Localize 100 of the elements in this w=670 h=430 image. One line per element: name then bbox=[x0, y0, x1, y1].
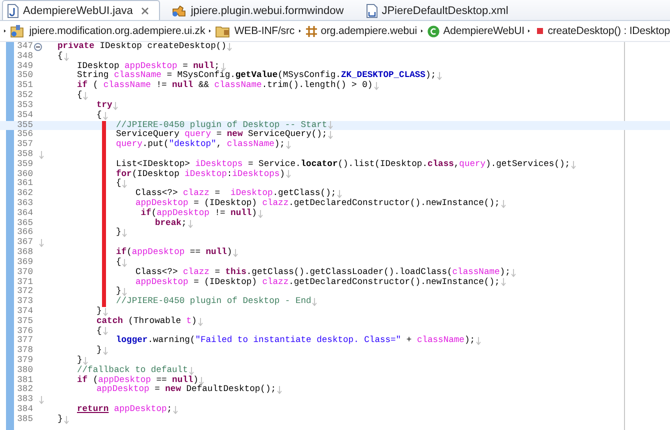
line-end-icon bbox=[220, 62, 226, 71]
line-end-icon bbox=[102, 112, 108, 120]
code-line: } bbox=[77, 356, 82, 366]
code-line: IDesktop appDesktop = null; bbox=[77, 62, 220, 71]
line-end-icon bbox=[39, 150, 44, 159]
line-number: 367 bbox=[16, 238, 33, 248]
line-end-icon bbox=[227, 42, 232, 51]
line-number: 355 bbox=[16, 120, 33, 130]
class-icon bbox=[427, 24, 440, 38]
line-end-icon bbox=[337, 190, 342, 198]
code-line: } bbox=[116, 287, 122, 296]
line-end-icon bbox=[277, 386, 282, 394]
line-end-icon bbox=[188, 366, 194, 375]
line-number: 370 bbox=[16, 268, 33, 278]
editor-tab[interactable]: AdempiereWebUI.java bbox=[2, 0, 160, 20]
line-number: 372 bbox=[16, 287, 33, 297]
code-line: private IDesktop createDesktop() bbox=[58, 42, 226, 52]
line-number: 354 bbox=[16, 110, 33, 120]
line-number: 364 bbox=[16, 208, 33, 219]
code-line: try bbox=[96, 100, 112, 110]
method-icon bbox=[534, 26, 545, 36]
code-line: List<IDesktop> iDesktops = Service.locator().list(IDesktop.class,query).getServices(); bbox=[116, 160, 570, 170]
line-number: 373 bbox=[16, 297, 33, 307]
code-line: ServiceQuery query = new ServiceQuery(); bbox=[116, 130, 328, 140]
editor-tab[interactable]: JPiereDefaultDesktop.xml bbox=[360, 0, 520, 20]
close-icon[interactable] bbox=[140, 6, 149, 14]
line-end-icon bbox=[64, 416, 69, 424]
code-line: break; bbox=[155, 218, 187, 228]
line-end-icon bbox=[102, 327, 108, 336]
line-end-icon bbox=[312, 298, 318, 306]
code-line: appDesktop = (IDesktop) clazz.getDeclaredConstructor().newInstance(); bbox=[136, 199, 500, 208]
code-line: { bbox=[96, 326, 102, 336]
line-number: 350 bbox=[16, 71, 33, 81]
line-end-icon bbox=[102, 308, 108, 316]
breadcrumb-item[interactable]: WEB-INF/src bbox=[215, 24, 295, 38]
line-number: 375 bbox=[16, 316, 33, 327]
line-end-icon bbox=[122, 229, 128, 238]
xml-file-icon bbox=[366, 4, 378, 18]
line-number: 352 bbox=[16, 91, 33, 101]
line-number: 382 bbox=[16, 385, 33, 395]
line-end-icon bbox=[374, 82, 379, 90]
breadcrumb-arrow-icon bbox=[298, 27, 301, 35]
code-line: } bbox=[96, 306, 102, 316]
line-end-icon bbox=[500, 200, 506, 208]
line-end-icon bbox=[83, 356, 88, 365]
line-number: 374 bbox=[16, 306, 33, 317]
line-end-icon bbox=[199, 376, 204, 385]
line-end-icon bbox=[173, 406, 178, 414]
breadcrumb-item[interactable]: createDesktop() : IDesktop bbox=[534, 25, 670, 37]
line-end-icon bbox=[39, 396, 44, 404]
breadcrumb-item[interactable]: jpiere.modification.org.adempiere.ui.zk bbox=[10, 24, 206, 38]
line-number: 349 bbox=[16, 62, 33, 71]
breadcrumb-item[interactable]: org.adempiere.webui bbox=[304, 24, 417, 38]
breadcrumb-item[interactable]: AdempiereWebUI bbox=[427, 24, 524, 38]
code-line: //JPIERE-0450 plugin of Desktop - End bbox=[116, 297, 312, 307]
line-number: 357 bbox=[16, 140, 33, 150]
code-line: catch (Throwable t) bbox=[96, 316, 197, 326]
line-end-icon bbox=[102, 347, 108, 356]
line-number: 358 bbox=[16, 150, 33, 160]
line-end-icon bbox=[258, 210, 263, 218]
line-number: 366 bbox=[16, 228, 33, 238]
line-end-icon bbox=[328, 131, 334, 140]
code-line: //fallback to default bbox=[77, 366, 188, 376]
line-number: 378 bbox=[16, 346, 33, 356]
line-end-icon bbox=[328, 121, 334, 130]
line-end-icon bbox=[500, 278, 506, 286]
code-line: Class<?> clazz = iDesktop.getClass(); bbox=[136, 189, 336, 198]
java-file-icon bbox=[7, 4, 19, 18]
line-number: 356 bbox=[16, 130, 33, 140]
line-number: 348 bbox=[16, 52, 33, 62]
line-number: 383 bbox=[16, 395, 33, 405]
code-line: return appDesktop; bbox=[77, 405, 172, 415]
line-number: 363 bbox=[16, 199, 33, 209]
line-end-icon bbox=[113, 102, 118, 110]
code-line: if(appDesktop == null) bbox=[116, 248, 232, 258]
code-line: String className = MSysConfig.getValue(MSysConfig.ZK_DESKTOP_CLASS); bbox=[77, 71, 436, 80]
line-number: 369 bbox=[16, 258, 33, 268]
code-line: } bbox=[58, 414, 63, 425]
code-line: appDesktop = (IDesktop) clazz.getDeclaredConstructor().newInstance(); bbox=[136, 278, 500, 288]
line-number: 360 bbox=[16, 170, 33, 179]
code-line: appDesktop = new DefaultDesktop(); bbox=[96, 385, 276, 396]
line-end-icon bbox=[122, 288, 128, 296]
line-end-icon bbox=[437, 72, 442, 80]
line-end-icon bbox=[198, 318, 203, 326]
line-end-icon bbox=[511, 268, 516, 277]
line-end-icon bbox=[476, 337, 482, 346]
code-line: if ( className != null && className.trim().length() > 0) bbox=[77, 81, 373, 90]
plugin-icon bbox=[170, 4, 187, 18]
collapse-icon[interactable] bbox=[34, 43, 42, 51]
project-icon bbox=[10, 24, 26, 38]
editor-tab[interactable]: jpiere.plugin.webui.formwindow bbox=[166, 0, 355, 20]
line-number: 377 bbox=[16, 336, 33, 346]
line-number: 376 bbox=[16, 326, 33, 336]
line-number: 361 bbox=[16, 179, 33, 189]
code-line: } bbox=[116, 228, 122, 238]
line-end-icon bbox=[571, 160, 576, 169]
source-folder-icon bbox=[215, 24, 232, 38]
breadcrumb-arrow-icon bbox=[4, 27, 6, 35]
code-line: if (appDesktop == null) bbox=[77, 376, 198, 385]
code-line: { bbox=[116, 179, 122, 190]
